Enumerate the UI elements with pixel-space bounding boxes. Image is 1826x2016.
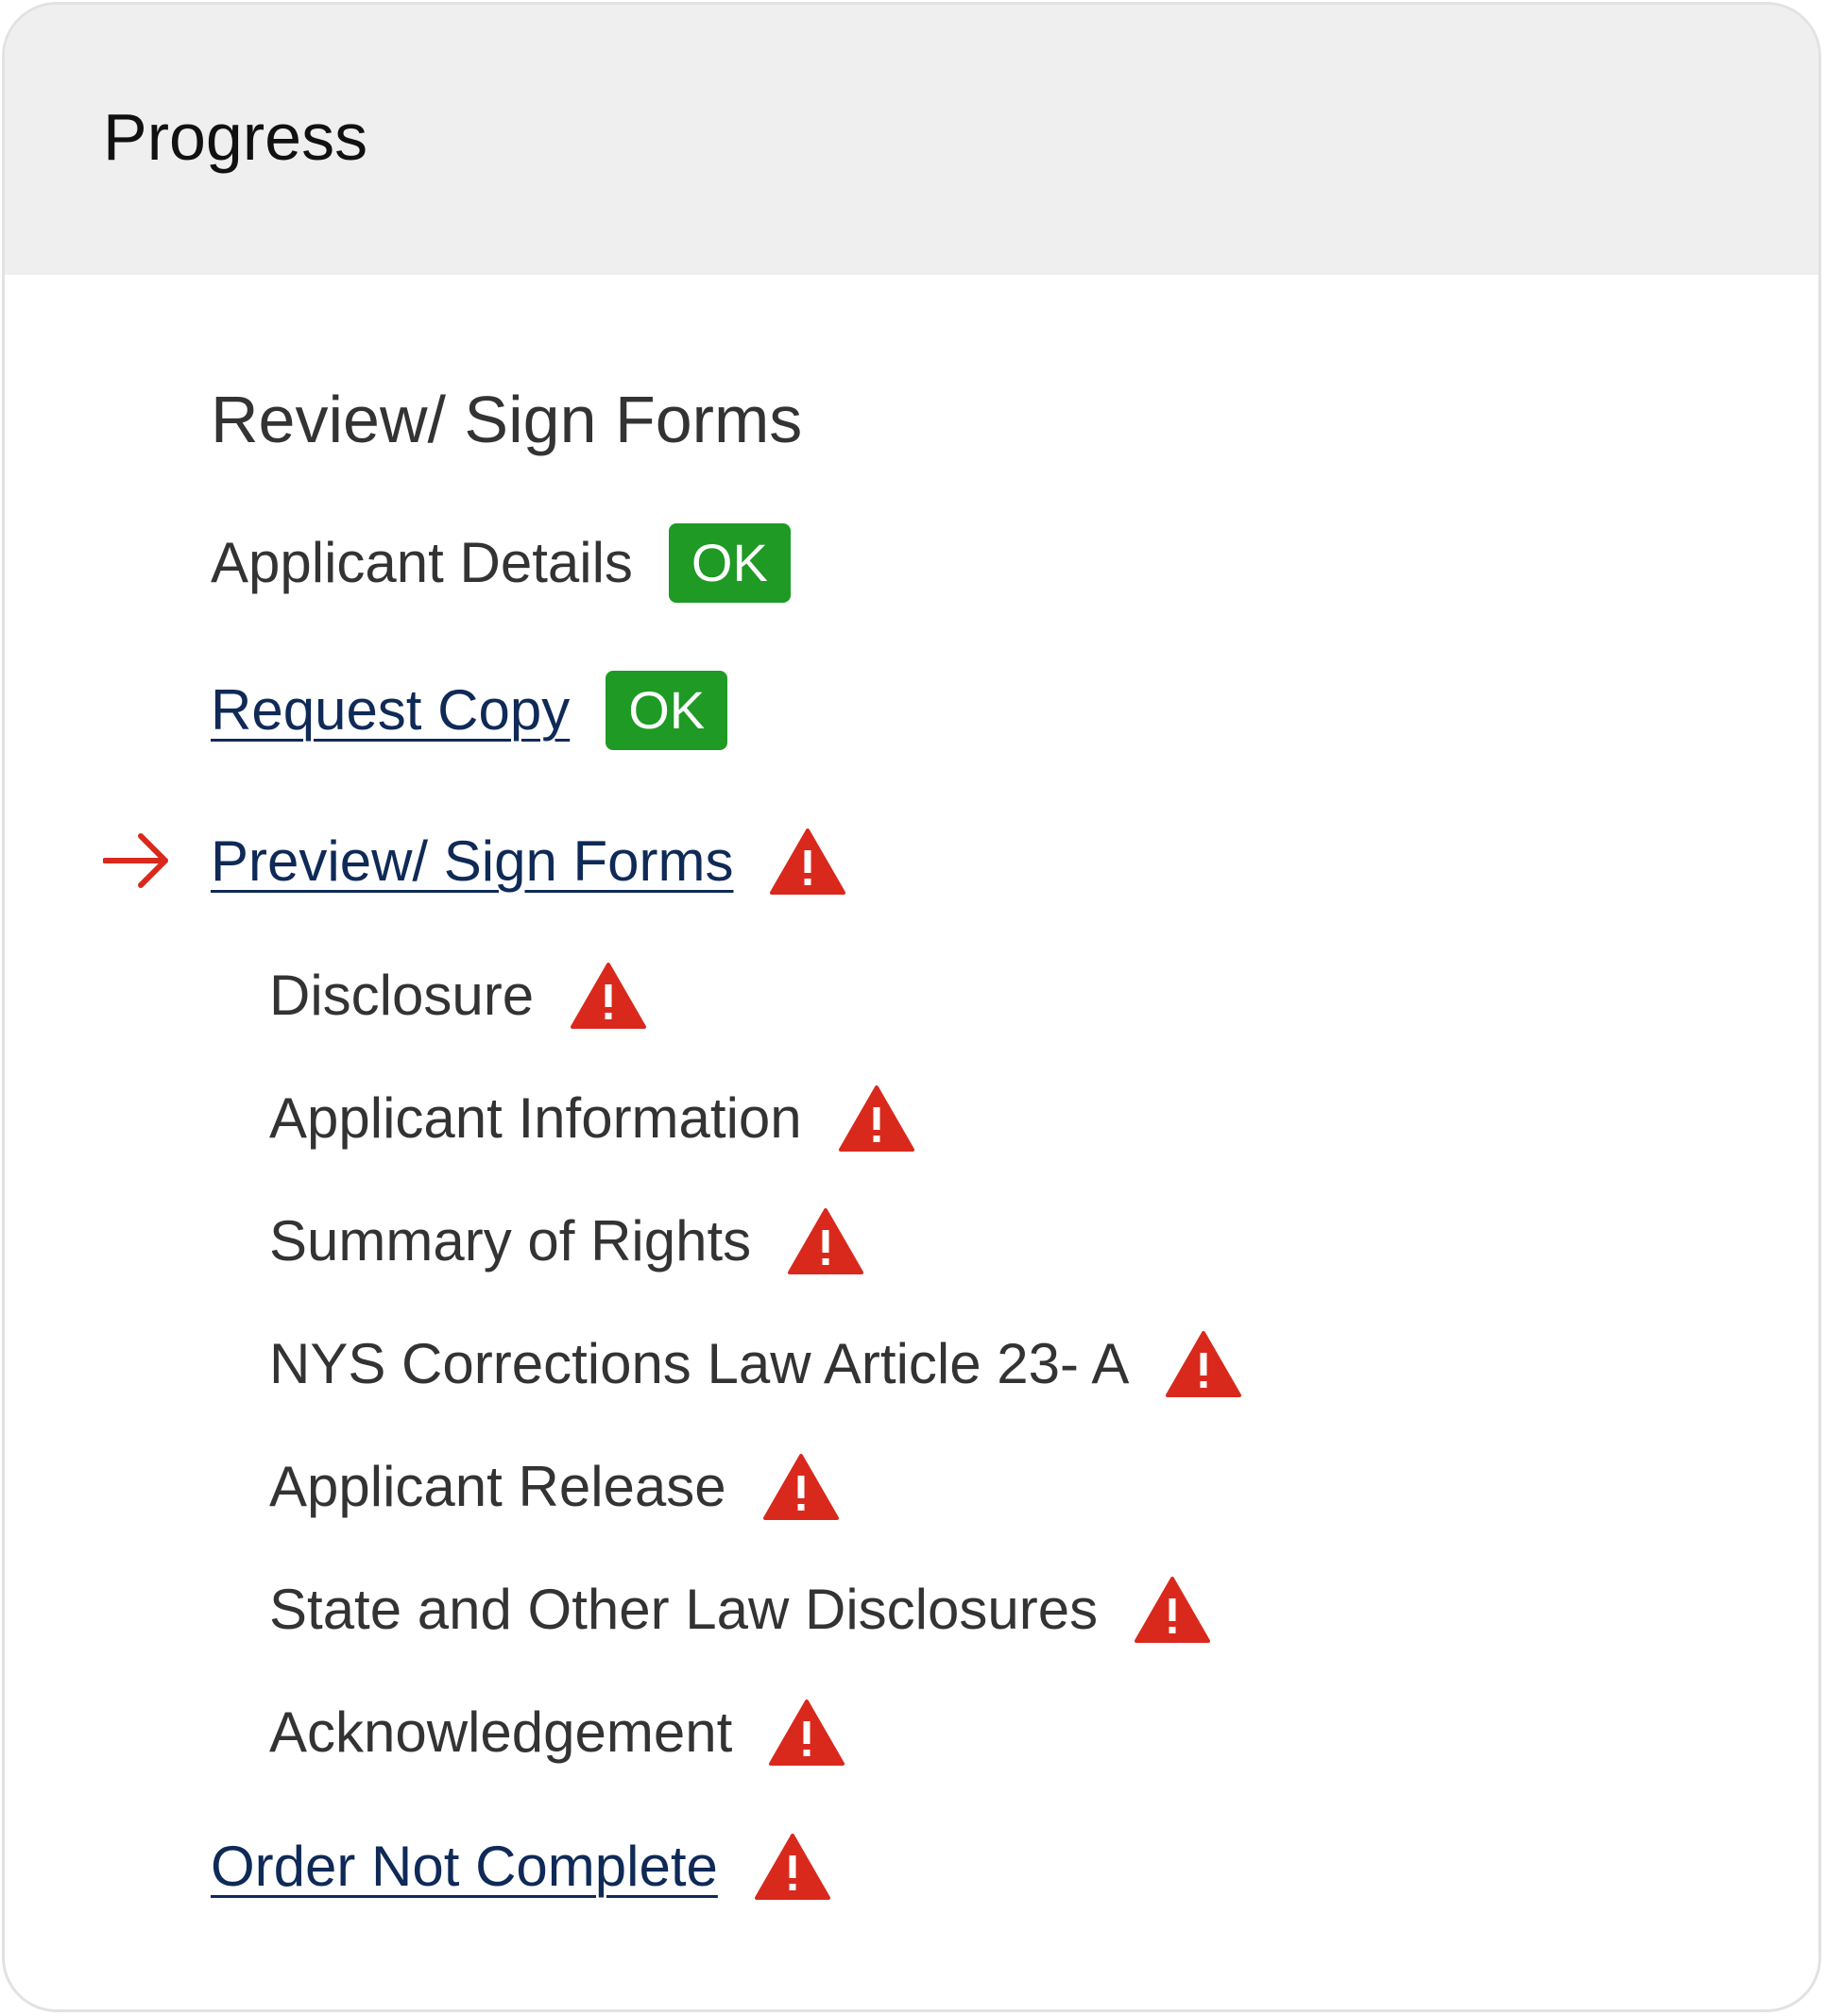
order-not-complete-link[interactable]: Order Not Complete	[211, 1838, 718, 1895]
warning-triangle-icon	[571, 963, 647, 1029]
warning-triangle-icon	[1166, 1331, 1242, 1397]
warning-triangle-icon	[838, 1085, 914, 1152]
section-title: Review/ Sign Forms	[211, 383, 803, 456]
warning-triangle-icon	[788, 1208, 864, 1274]
sub-step-applicant-information: Applicant Information	[269, 1076, 915, 1161]
sub-step-label: Disclosure	[269, 964, 535, 1027]
progress-panel: Progress Review/ Sign Forms Applicant De…	[2, 2, 1821, 2012]
panel-title: Progress	[103, 100, 368, 174]
warning-triangle-icon	[762, 1454, 839, 1520]
preview-sign-forms-link[interactable]: Preview/ Sign Forms	[211, 833, 733, 890]
warning-triangle-icon	[769, 1700, 845, 1766]
sub-step-summary-of-rights: Summary of Rights	[269, 1199, 864, 1284]
request-copy-link[interactable]: Request Copy	[211, 682, 570, 739]
arrow-right-icon	[103, 833, 168, 888]
step-order-not-complete: Order Not Complete	[211, 1824, 831, 1909]
step-preview-sign-forms: Preview/ Sign Forms	[211, 819, 846, 904]
sub-step-label: NYS Corrections Law Article 23- A	[269, 1332, 1130, 1395]
warning-triangle-icon	[1135, 1577, 1211, 1643]
sub-step-acknowledgement: Acknowledgement	[269, 1690, 845, 1775]
sub-step-applicant-release: Applicant Release	[269, 1444, 840, 1529]
sub-step-label: Summary of Rights	[269, 1209, 752, 1273]
ok-status-badge: OK	[668, 523, 791, 603]
sub-step-label: Applicant Release	[269, 1455, 726, 1518]
warning-triangle-icon	[754, 1834, 830, 1900]
sub-step-nys-corrections-law: NYS Corrections Law Article 23- A	[269, 1322, 1242, 1407]
panel-header: Progress	[5, 5, 1818, 275]
warning-triangle-icon	[770, 829, 846, 895]
sub-step-label: Acknowledgement	[269, 1700, 733, 1764]
sub-step-label: State and Other Law Disclosures	[269, 1578, 1099, 1641]
sub-step-state-law-disclosures: State and Other Law Disclosures	[269, 1567, 1211, 1652]
step-request-copy: Request Copy OK	[211, 668, 728, 753]
step-label: Applicant Details	[211, 531, 633, 594]
sub-step-label: Applicant Information	[269, 1086, 802, 1150]
sub-step-disclosure: Disclosure	[269, 953, 647, 1038]
step-applicant-details: Applicant Details OK	[211, 521, 791, 606]
ok-status-badge: OK	[606, 671, 728, 750]
